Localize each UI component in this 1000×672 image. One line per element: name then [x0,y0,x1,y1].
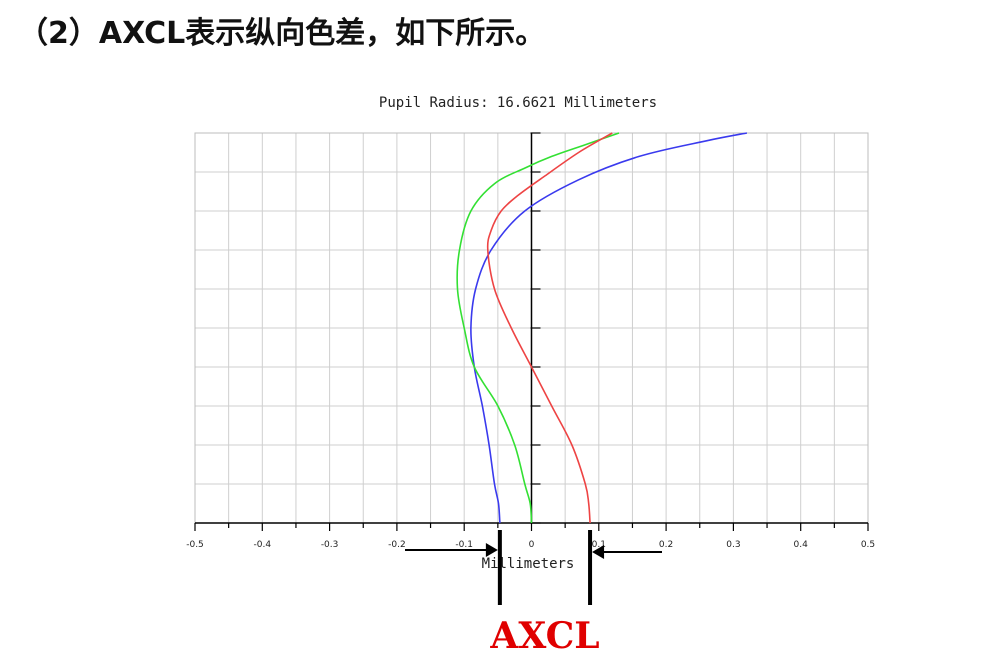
x-tick-label: 0.3 [726,540,740,550]
chart-title: Pupil Radius: 16.6621 Millimeters [379,95,657,111]
axcl-label: AXCL [489,615,599,657]
x-tick-label: -0.3 [321,540,339,550]
chart: Pupil Radius: 16.6621 Millimeters -0.5 -0… [186,95,875,657]
x-tick-labels: -0.5 -0.4 -0.3 -0.2 -0.1 0 0.1 0.2 0.3 0.4 0.5 [186,540,875,550]
x-tick-label: 0.4 [794,540,809,550]
x-tick-label: -0.1 [455,540,473,550]
x-tick-label: 0.2 [659,540,673,550]
x-tick-label: 0 [529,540,535,550]
x-tick-label: -0.4 [254,540,272,550]
x-axis-label: Millimeters [482,556,575,572]
x-tick-label: 0.5 [861,540,875,550]
x-tick-label: -0.2 [388,540,406,550]
axcl-arrow-left-head [485,543,498,557]
x-tick-label: -0.5 [186,540,204,550]
